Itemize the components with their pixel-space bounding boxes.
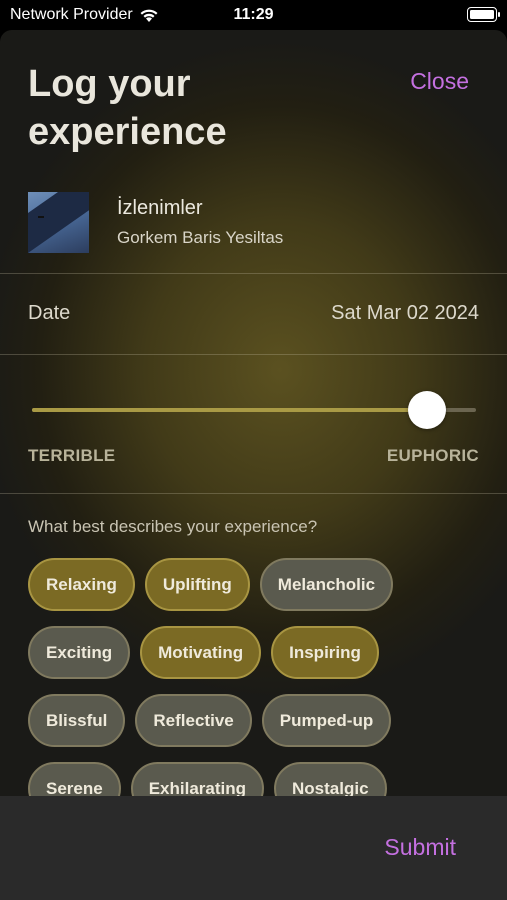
track-artist: Gorkem Baris Yesiltas (117, 228, 284, 247)
tag-row: Relaxing Uplifting Melancholic (28, 558, 478, 611)
status-time: 11:29 (233, 6, 274, 23)
tag-row: Blissful Reflective Pumped-up (28, 694, 478, 747)
divider (0, 273, 507, 274)
tag-nostalgic[interactable]: Nostalgic (274, 762, 387, 796)
submit-button[interactable]: Submit (384, 834, 456, 861)
tag-exciting[interactable]: Exciting (28, 626, 131, 679)
descriptor-question: What best describes your experience? (28, 517, 318, 536)
tag-relaxing[interactable]: Relaxing (28, 558, 135, 611)
tag-motivating[interactable]: Motivating (140, 626, 262, 679)
descriptor-tags: Relaxing Uplifting Melancholic Exciting … (28, 558, 478, 796)
tag-serene[interactable]: Serene (28, 762, 121, 796)
battery-icon (467, 7, 500, 22)
slider-labels: TERRIBLE EUPHORIC (28, 446, 479, 466)
tag-row: Exciting Motivating Inspiring (28, 626, 478, 679)
tag-inspiring[interactable]: Inspiring (271, 626, 379, 679)
slider-thumb[interactable] (408, 391, 447, 429)
slider-fill (32, 408, 428, 412)
tag-blissful[interactable]: Blissful (28, 694, 126, 747)
close-button[interactable]: Close (410, 68, 469, 95)
page-title: Log your experience (28, 63, 227, 153)
date-label: Date (28, 302, 71, 324)
track-title: İzlenimler (117, 197, 203, 219)
tag-exhilarating[interactable]: Exhilarating (130, 762, 265, 796)
tag-pumped-up[interactable]: Pumped-up (261, 694, 392, 747)
tag-row: Serene Exhilarating Nostalgic (28, 762, 478, 796)
status-bar: Network Provider 11:29 (0, 0, 507, 30)
slider-min-label: TERRIBLE (28, 446, 116, 465)
divider (0, 354, 507, 355)
tag-melancholic[interactable]: Melancholic (259, 558, 394, 611)
date-value[interactable]: Sat Mar 02 2024 (331, 302, 479, 325)
log-experience-sheet: Log your experience Close İzlenimler Gor… (0, 30, 507, 796)
rating-slider[interactable] (32, 391, 476, 429)
divider (0, 493, 507, 494)
album-artwork (28, 192, 89, 253)
slider-max-label: EUPHORIC (386, 446, 479, 465)
bottom-bar: Submit (0, 796, 507, 900)
date-row[interactable]: Date Sat Mar 02 2024 (28, 302, 479, 325)
tag-reflective[interactable]: Reflective (135, 694, 252, 747)
tag-uplifting[interactable]: Uplifting (144, 558, 250, 611)
track-info: İzlenimler Gorkem Baris Yesiltas (28, 192, 283, 253)
